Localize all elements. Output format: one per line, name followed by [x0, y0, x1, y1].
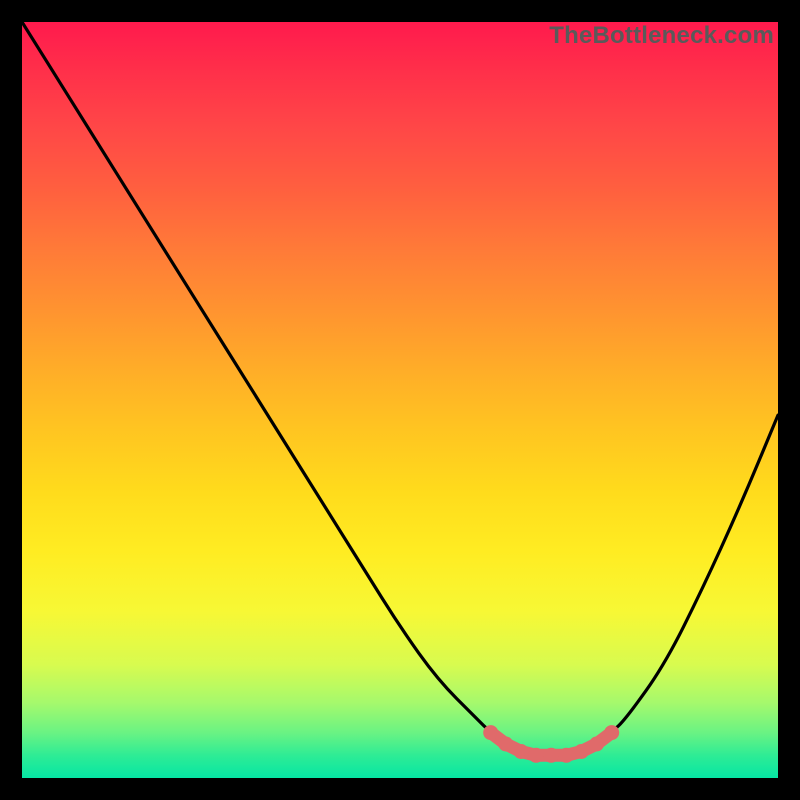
watermark-text: TheBottleneck.com — [549, 22, 774, 50]
gradient-background — [22, 22, 778, 778]
chart-frame: TheBottleneck.com — [22, 22, 778, 778]
